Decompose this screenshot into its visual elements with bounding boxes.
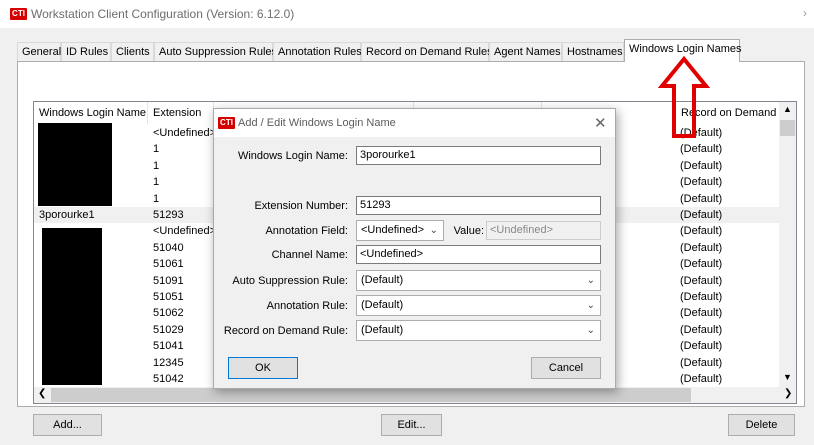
tab-record-on-demand-rules[interactable]: Record on Demand Rules — [361, 42, 493, 61]
tab-id-rules[interactable]: ID Rules — [61, 42, 111, 61]
annotation-rule-label: Annotation Rule: — [266, 300, 348, 312]
extension-cell: 1 — [153, 159, 160, 172]
extension-cell: <Undefined> — [153, 127, 216, 139]
record-on-demand-cell: (Default) — [680, 192, 723, 205]
extension-cell: 1 — [153, 176, 160, 189]
close-icon[interactable]: ✕ — [594, 114, 607, 132]
cti-logo-icon: CTI — [218, 117, 235, 129]
record-on-demand-rule-select[interactable]: (Default) ⌄ — [356, 320, 601, 341]
extension-cell: 51061 — [153, 258, 184, 271]
extension-cell: 51091 — [153, 274, 184, 287]
annotation-rule-select[interactable]: (Default) ⌄ — [356, 295, 601, 316]
annotation-rule-value: (Default) — [361, 299, 404, 311]
column-header-extension[interactable]: Extension — [148, 102, 214, 124]
windows-login-name-label: Windows Login Name: — [237, 150, 348, 162]
extension-cell: 51040 — [153, 241, 184, 254]
chevron-right-icon[interactable]: › — [803, 6, 807, 20]
add-edit-dialog: CTI Add / Edit Windows Login Name ✕ Wind… — [213, 108, 616, 389]
window-title: Workstation Client Configuration (Versio… — [31, 7, 295, 21]
dialog-title: Add / Edit Windows Login Name — [238, 117, 396, 129]
extension-cell: 51041 — [153, 340, 184, 353]
extension-cell: 51293 — [153, 209, 184, 221]
login-cell: 3porourke1 — [39, 209, 95, 221]
edit-button[interactable]: Edit... — [381, 414, 442, 436]
chevron-down-icon: ⌄ — [429, 225, 438, 236]
extension-cell: 51029 — [153, 323, 184, 336]
record-on-demand-cell: (Default) — [680, 274, 723, 287]
scroll-up-icon[interactable]: ▲ — [783, 104, 792, 114]
cti-logo-icon: CTI — [10, 8, 27, 20]
horizontal-scrollbar[interactable]: ❮ ❯ — [34, 387, 796, 403]
add-button[interactable]: Add... — [33, 414, 102, 436]
annotation-field-label: Annotation Field: — [265, 225, 348, 237]
redaction-block — [42, 228, 102, 385]
record-on-demand-cell: (Default) — [680, 373, 723, 385]
ok-button[interactable]: OK — [228, 357, 298, 379]
horizontal-scroll-thumb[interactable] — [51, 388, 691, 402]
cancel-button[interactable]: Cancel — [531, 357, 601, 379]
window-titlebar: CTI Workstation Client Configuration (Ve… — [0, 0, 814, 28]
extension-cell: 1 — [153, 192, 160, 205]
value-input[interactable]: <Undefined> — [486, 221, 601, 240]
auto-suppression-rule-select[interactable]: (Default) ⌄ — [356, 270, 601, 291]
tab-hostnames[interactable]: Hostnames — [562, 42, 624, 61]
windows-login-name-input[interactable]: 3porourke1 — [356, 146, 601, 165]
annotation-field-select[interactable]: <Undefined> ⌄ — [356, 220, 444, 241]
record-on-demand-cell: (Default) — [680, 340, 723, 353]
tab-auto-suppression-rules[interactable]: Auto Suppression Rules — [154, 42, 277, 61]
redaction-block — [38, 123, 112, 206]
delete-button[interactable]: Delete — [728, 414, 795, 436]
chevron-down-icon: ⌄ — [586, 300, 595, 311]
chevron-down-icon: ⌄ — [586, 275, 595, 286]
tab-annotation-rules[interactable]: Annotation Rules — [273, 42, 362, 61]
extension-cell: 51042 — [153, 373, 184, 385]
annotation-field-value: <Undefined> — [361, 224, 424, 236]
vertical-scroll-thumb[interactable] — [780, 120, 795, 136]
tab-clients[interactable]: Clients — [111, 42, 154, 61]
scroll-left-icon[interactable]: ❮ — [38, 388, 46, 399]
record-on-demand-cell: (Default) — [680, 159, 723, 172]
record-on-demand-cell: (Default) — [680, 209, 723, 221]
vertical-scrollbar[interactable]: ▲ ▼ — [779, 102, 796, 387]
extension-cell: 1 — [153, 143, 160, 156]
chevron-down-icon: ⌄ — [586, 325, 595, 336]
channel-name-input[interactable]: <Undefined> — [356, 245, 601, 264]
record-on-demand-cell: (Default) — [680, 323, 723, 336]
extension-number-input[interactable]: 51293 — [356, 196, 601, 215]
auto-suppression-rule-value: (Default) — [361, 274, 404, 286]
record-on-demand-cell: (Default) — [680, 143, 723, 156]
scroll-right-icon[interactable]: ❯ — [784, 388, 792, 399]
extension-cell: 51051 — [153, 291, 184, 303]
record-on-demand-cell: (Default) — [680, 241, 723, 254]
extension-cell: 12345 — [153, 356, 184, 369]
scroll-down-icon[interactable]: ▼ — [783, 372, 792, 382]
dialog-titlebar: CTI Add / Edit Windows Login Name ✕ — [214, 109, 615, 137]
record-on-demand-cell: (Default) — [680, 291, 723, 303]
auto-suppression-rule-label: Auto Suppression Rule: — [232, 275, 348, 287]
extension-cell: <Undefined> — [153, 225, 216, 238]
value-label: Value: — [453, 225, 484, 237]
extension-number-label: Extension Number: — [254, 200, 348, 212]
tab-agent-names[interactable]: Agent Names — [489, 42, 562, 61]
record-on-demand-cell: (Default) — [680, 307, 723, 320]
channel-name-label: Channel Name: — [271, 249, 348, 261]
column-header-windows-login-name[interactable]: Windows Login Name — [34, 102, 148, 124]
tab-general[interactable]: General — [17, 42, 61, 61]
record-on-demand-cell: (Default) — [680, 356, 723, 369]
annotation-arrow-icon — [658, 56, 710, 138]
record-on-demand-cell: (Default) — [680, 258, 723, 271]
record-on-demand-cell: (Default) — [680, 225, 723, 238]
record-on-demand-rule-label: Record on Demand Rule: — [223, 325, 348, 337]
extension-cell: 51062 — [153, 307, 184, 320]
record-on-demand-rule-value: (Default) — [361, 324, 404, 336]
record-on-demand-cell: (Default) — [680, 176, 723, 189]
